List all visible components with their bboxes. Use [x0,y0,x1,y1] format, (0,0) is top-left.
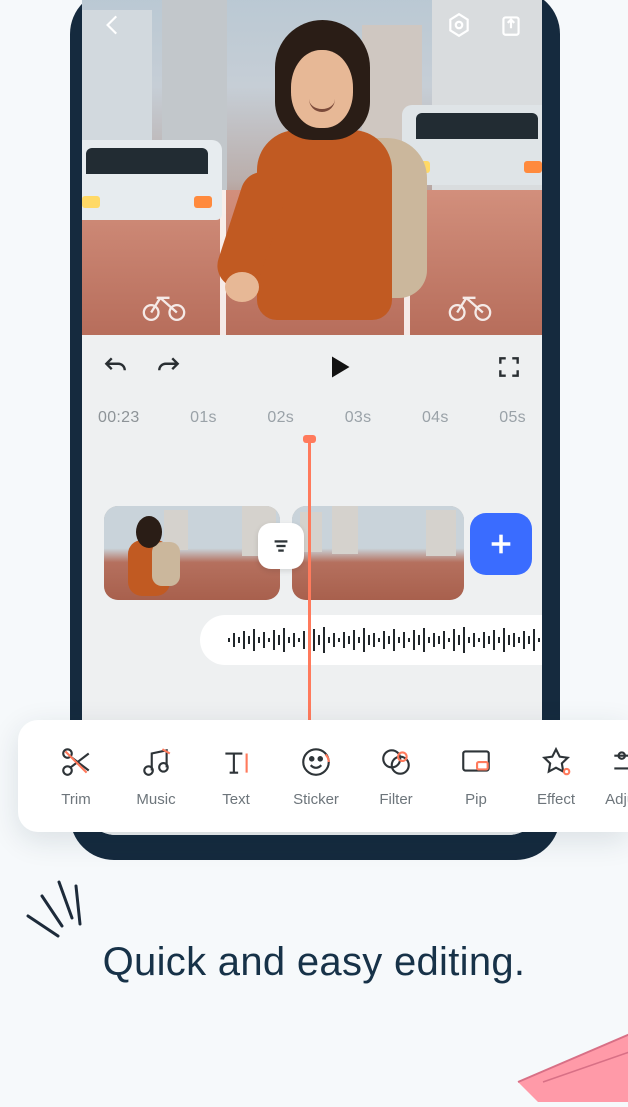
plus-icon [487,530,515,558]
tool-label: Music [136,791,175,808]
audio-track[interactable] [200,615,542,665]
ruler-mark: 04s [422,409,449,427]
tool-label: Text [222,791,250,808]
video-clip[interactable] [104,506,280,600]
pip-icon [459,745,493,779]
transition-icon [270,535,292,557]
ruler-mark: 02s [267,409,294,427]
tool-label: Trim [61,791,90,808]
ruler-mark: 05s [499,409,526,427]
tool-label: Filter [379,791,412,808]
decorative-corner [508,962,628,1102]
hex-settings-icon [446,12,472,38]
tool-adjust[interactable]: Adjust [596,745,628,808]
music-icon [139,745,173,779]
clip-track[interactable] [104,505,532,601]
filter-icon [379,745,413,779]
preview-background [82,0,542,335]
ruler-mark: 01s [190,409,217,427]
play-icon [325,353,353,381]
tool-label: Sticker [293,791,339,808]
text-icon [219,745,253,779]
preview-car [82,140,222,220]
bike-lane-icon [448,292,492,322]
redo-button[interactable] [154,352,184,382]
back-button[interactable] [96,8,130,42]
undo-button[interactable] [100,352,130,382]
fullscreen-button[interactable] [494,352,524,382]
tool-text[interactable]: Text [196,745,276,808]
export-button[interactable] [494,8,528,42]
sliders-icon [609,745,628,779]
star-icon [539,745,573,779]
current-time: 00:23 [98,409,140,427]
tool-trim[interactable]: Trim [36,745,116,808]
tool-sticker[interactable]: Sticker [276,745,356,808]
transition-button[interactable] [258,523,304,569]
video-preview[interactable] [82,0,542,335]
play-button[interactable] [324,352,354,382]
audio-waveform [228,625,542,655]
tool-strip[interactable]: Trim Music Text Sticker Filter Pip Eff [18,720,628,832]
playback-controls [82,335,542,399]
timeline-ruler[interactable]: 00:23 01s 02s 03s 04s 05s [82,399,542,437]
playhead[interactable] [308,437,311,737]
tool-label: Pip [465,791,487,808]
export-icon [498,12,524,38]
redo-icon [156,354,182,380]
preview-subject [217,20,417,335]
tool-effect[interactable]: Effect [516,745,596,808]
chevron-left-icon [100,12,126,38]
undo-icon [102,354,128,380]
tool-pip[interactable]: Pip [436,745,516,808]
scissors-icon [59,745,93,779]
video-clip[interactable] [292,506,464,600]
tool-label: Adjust [605,791,628,808]
tool-label: Effect [537,791,575,808]
sticker-icon [299,745,333,779]
fullscreen-icon [496,354,522,380]
tool-filter[interactable]: Filter [356,745,436,808]
settings-button[interactable] [442,8,476,42]
app-screen: 00:23 01s 02s 03s 04s 05s [82,0,542,835]
ruler-mark: 03s [345,409,372,427]
bike-lane-icon [142,292,186,322]
tool-music[interactable]: Music [116,745,196,808]
add-clip-button[interactable] [470,513,532,575]
